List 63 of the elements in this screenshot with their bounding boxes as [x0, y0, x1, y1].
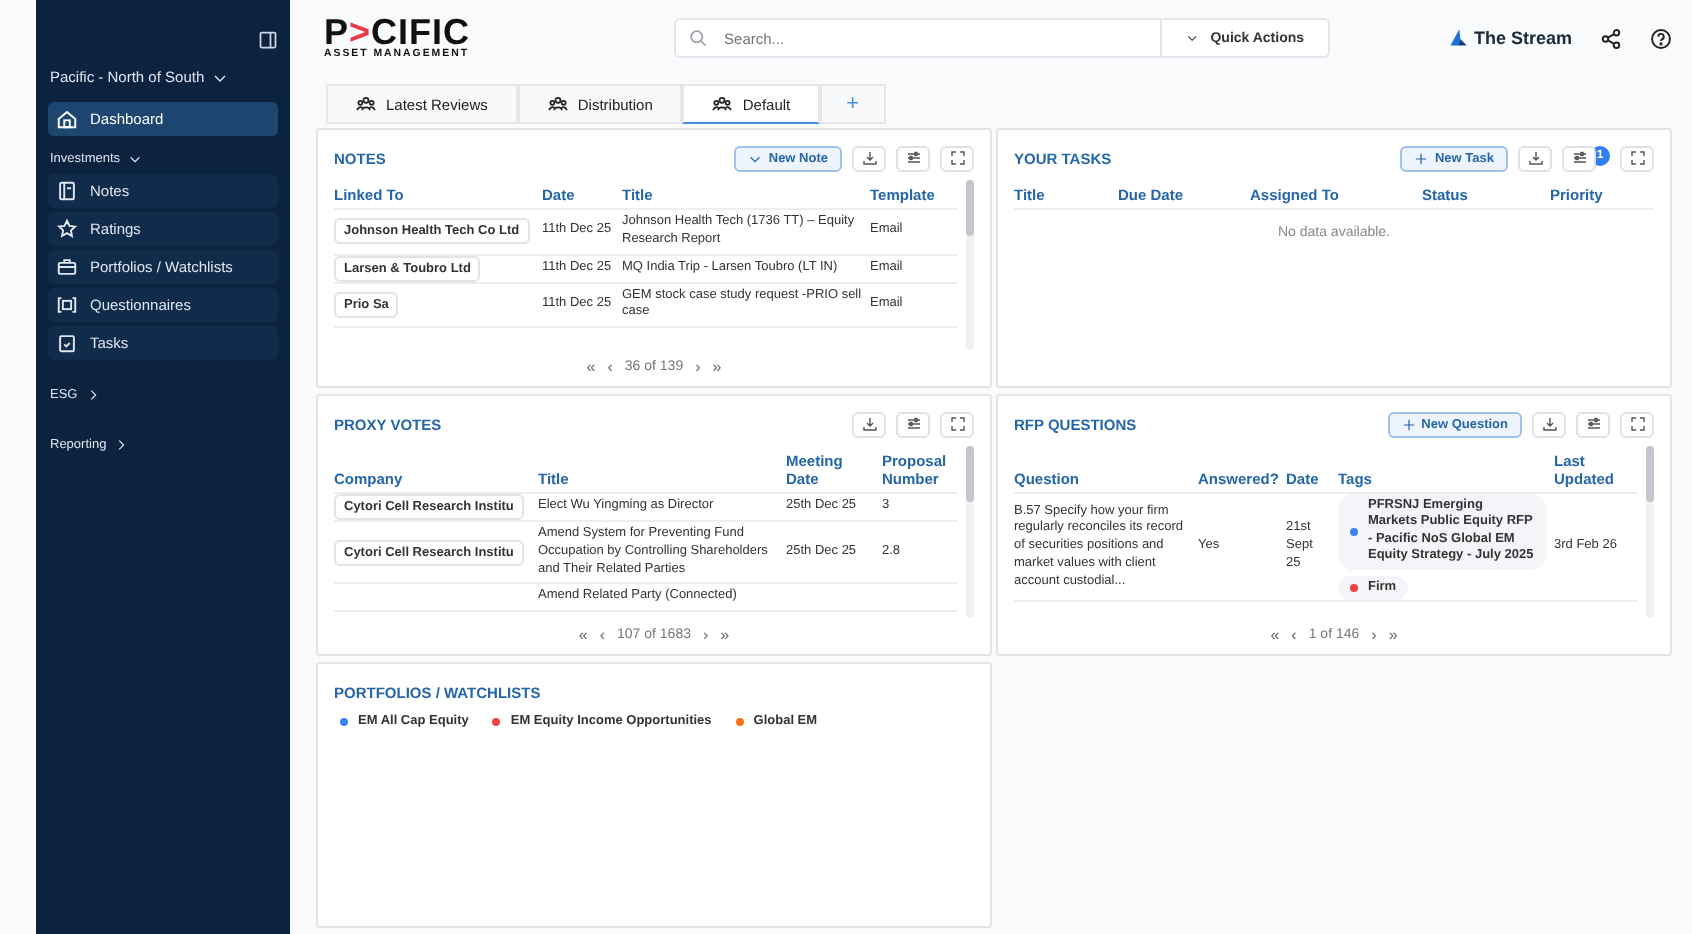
next-page-button[interactable]: ›: [1371, 626, 1377, 644]
download-icon: [1541, 416, 1557, 432]
download-button[interactable]: [1518, 145, 1552, 171]
download-button[interactable]: [852, 411, 886, 437]
filter-button[interactable]: [1562, 145, 1596, 171]
next-page-button[interactable]: ›: [702, 626, 709, 644]
home-icon: [56, 108, 78, 130]
next-page-button[interactable]: ›: [695, 358, 701, 376]
chevron-right-icon: [114, 438, 129, 452]
filter-button[interactable]: [1576, 411, 1610, 437]
the-stream-link[interactable]: The Stream: [1447, 28, 1572, 48]
last-page-button[interactable]: »: [712, 358, 722, 376]
people-icon: [712, 94, 733, 114]
help-icon: [1650, 27, 1672, 49]
download-icon: [861, 150, 877, 166]
previous-page-button[interactable]: ‹: [599, 626, 605, 644]
briefcase-icon: [56, 256, 78, 278]
notebook-icon: [56, 180, 78, 202]
sliders-icon: [1571, 150, 1587, 166]
chevron-down-icon: [748, 151, 763, 165]
download-icon: [1527, 150, 1543, 166]
last-page-button[interactable]: »: [720, 626, 730, 644]
first-page-button[interactable]: «: [586, 358, 596, 376]
expand-icon: [949, 416, 965, 432]
first-page-button[interactable]: «: [578, 626, 588, 644]
sidebar-toggle-icon: [258, 30, 278, 50]
scrollbar-thumb[interactable]: [966, 446, 974, 502]
stream-logo-icon: [1447, 28, 1468, 48]
expand-button[interactable]: [1620, 145, 1654, 171]
people-icon: [547, 94, 568, 114]
download-icon: [861, 416, 877, 432]
expand-icon: [949, 150, 965, 166]
download-button[interactable]: [852, 145, 886, 171]
search-icon: [688, 28, 709, 48]
share-icon: [1600, 27, 1622, 49]
previous-page-button[interactable]: ‹: [1291, 626, 1297, 644]
scrollbar-thumb[interactable]: [1646, 446, 1654, 502]
scrollbar-thumb[interactable]: [966, 180, 974, 236]
star-icon: [56, 218, 78, 240]
chevron-down-icon: [1186, 30, 1199, 46]
plus-icon: [1414, 151, 1429, 165]
sliders-icon: [905, 150, 921, 166]
first-page-button[interactable]: «: [1270, 626, 1280, 644]
expand-icon: [1629, 416, 1645, 432]
logo-wordmark: P>CIFIC: [324, 14, 471, 51]
download-button[interactable]: [1532, 411, 1566, 437]
people-icon: [356, 94, 376, 114]
sliders-icon: [1585, 416, 1601, 432]
expand-button[interactable]: [940, 145, 974, 171]
chevron-down-icon: [128, 152, 143, 166]
previous-page-button[interactable]: ‹: [607, 358, 613, 376]
expand-button[interactable]: [940, 411, 974, 437]
filter-button[interactable]: [896, 411, 930, 437]
questionnaire-icon: [56, 294, 78, 316]
expand-button[interactable]: [1620, 411, 1654, 437]
sliders-icon: [905, 416, 921, 432]
chevron-right-icon: [85, 388, 100, 402]
add-tab-button[interactable]: +: [820, 84, 886, 124]
plus-icon: [1401, 417, 1416, 431]
filter-button[interactable]: [896, 145, 930, 171]
expand-icon: [1629, 150, 1645, 166]
last-page-button[interactable]: »: [1388, 626, 1398, 644]
clipboard-check-icon: [56, 332, 78, 354]
